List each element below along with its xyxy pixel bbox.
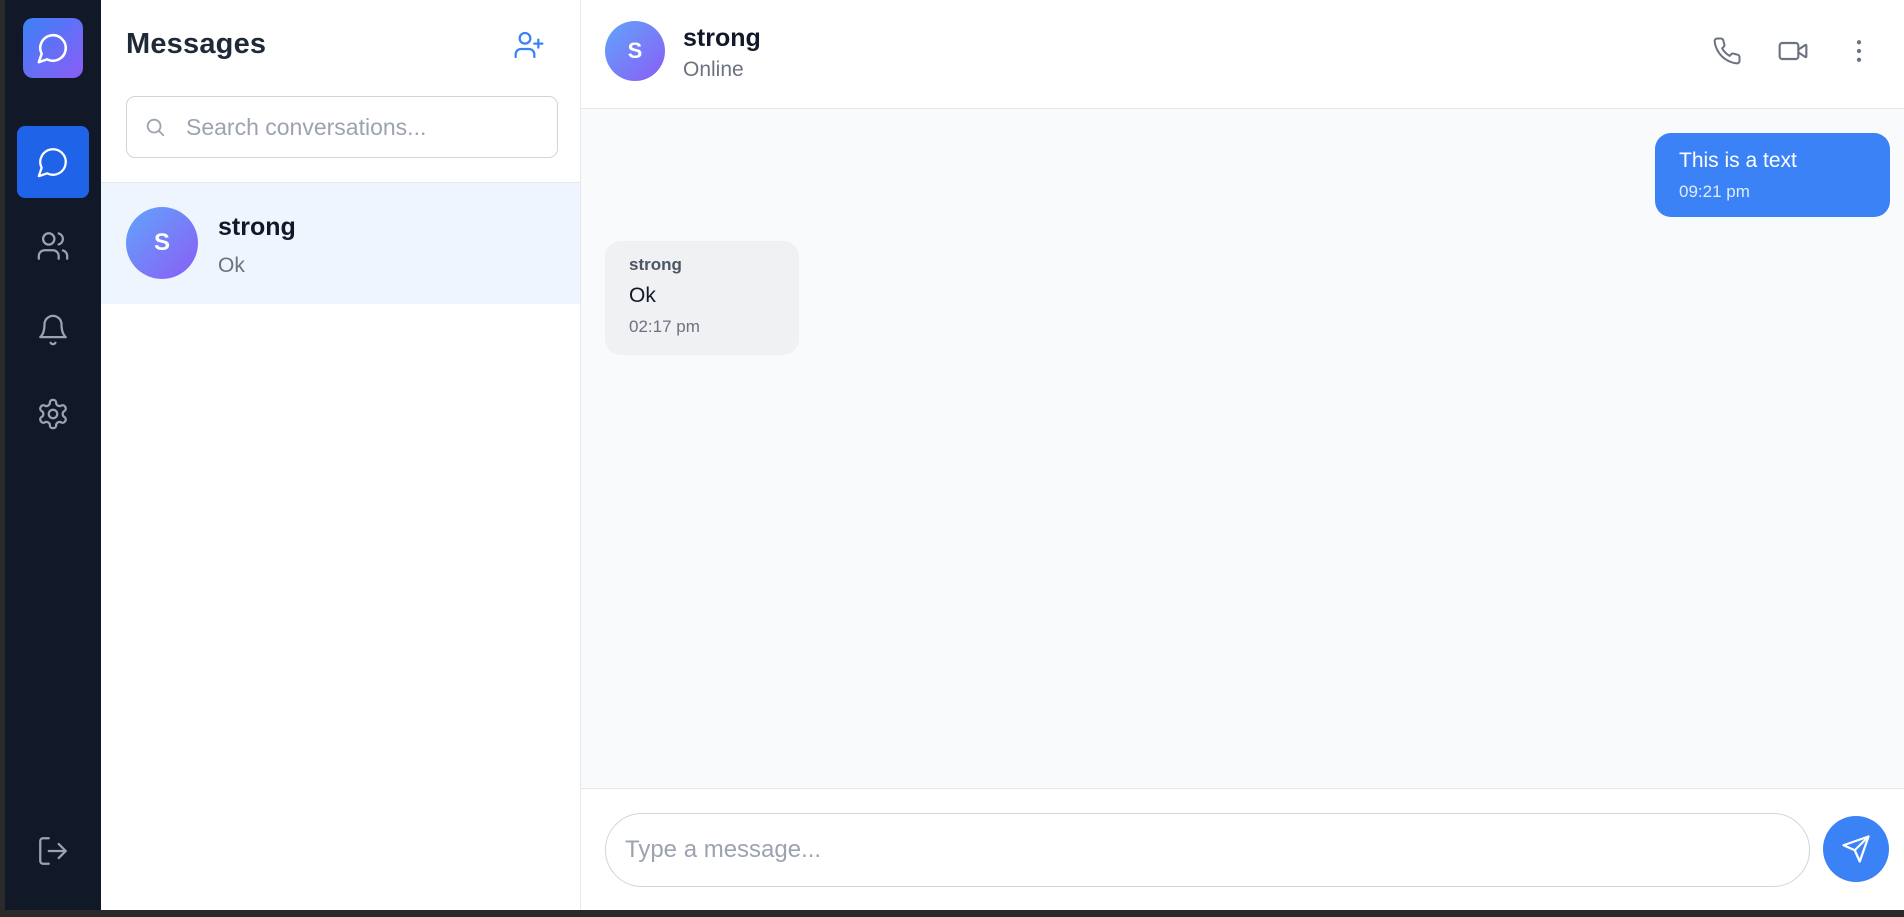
message-sender: strong <box>629 255 682 274</box>
message-input[interactable] <box>625 836 1785 864</box>
logout-button[interactable] <box>17 815 89 887</box>
chat-panel: S strong Online This is a text 09:21 pm … <box>581 0 1904 910</box>
app-logo <box>23 18 83 78</box>
icon-rail <box>5 0 101 910</box>
message-composer <box>581 788 1904 910</box>
contact-status: Online <box>683 58 744 81</box>
conversations-title: Messages <box>126 28 267 60</box>
rail-item-notifications[interactable] <box>17 294 89 366</box>
voice-call-button[interactable] <box>1709 33 1745 69</box>
bell-icon <box>39 314 67 346</box>
more-options-button[interactable] <box>1841 33 1877 69</box>
user-plus-icon <box>514 31 544 59</box>
send-icon <box>1842 835 1870 863</box>
gear-icon <box>39 398 67 430</box>
message-list: This is a text 09:21 pm strong Ok 02:17 … <box>581 110 1904 788</box>
search-icon <box>144 116 166 138</box>
search-input[interactable] <box>186 113 546 141</box>
chat-header: S strong Online <box>581 0 1904 109</box>
send-button[interactable] <box>1823 816 1889 882</box>
conversation-list-panel: Messages S strong Ok <box>101 0 581 910</box>
phone-icon <box>1713 37 1741 65</box>
video-call-button[interactable] <box>1775 33 1811 69</box>
message-text: Ok <box>629 284 656 307</box>
contact-name: strong <box>683 24 761 52</box>
chat-app: Messages S strong Ok <box>5 0 1904 910</box>
message-time: 09:21 pm <box>1679 182 1750 201</box>
incoming-message: strong Ok 02:17 pm <box>605 241 799 355</box>
outgoing-message: This is a text 09:21 pm <box>1655 133 1890 217</box>
log-out-icon <box>39 837 67 865</box>
rail-item-contacts[interactable] <box>17 210 89 282</box>
more-vertical-icon <box>1856 40 1862 62</box>
rail-item-chats[interactable] <box>17 126 89 198</box>
avatar: S <box>605 21 665 81</box>
message-circle-icon <box>37 148 67 178</box>
conversation-item[interactable]: S strong Ok <box>101 183 580 304</box>
avatar: S <box>126 207 198 279</box>
message-text: This is a text <box>1679 149 1797 172</box>
message-circle-icon <box>37 33 68 64</box>
conversation-preview: Ok <box>218 254 245 277</box>
conversation-name: strong <box>218 213 296 241</box>
message-time: 02:17 pm <box>629 317 700 336</box>
search-box <box>126 96 558 158</box>
rail-item-settings[interactable] <box>17 378 89 450</box>
video-icon <box>1778 41 1808 61</box>
add-contact-button[interactable] <box>511 27 547 63</box>
users-icon <box>37 232 69 260</box>
message-input-wrapper <box>605 813 1810 887</box>
